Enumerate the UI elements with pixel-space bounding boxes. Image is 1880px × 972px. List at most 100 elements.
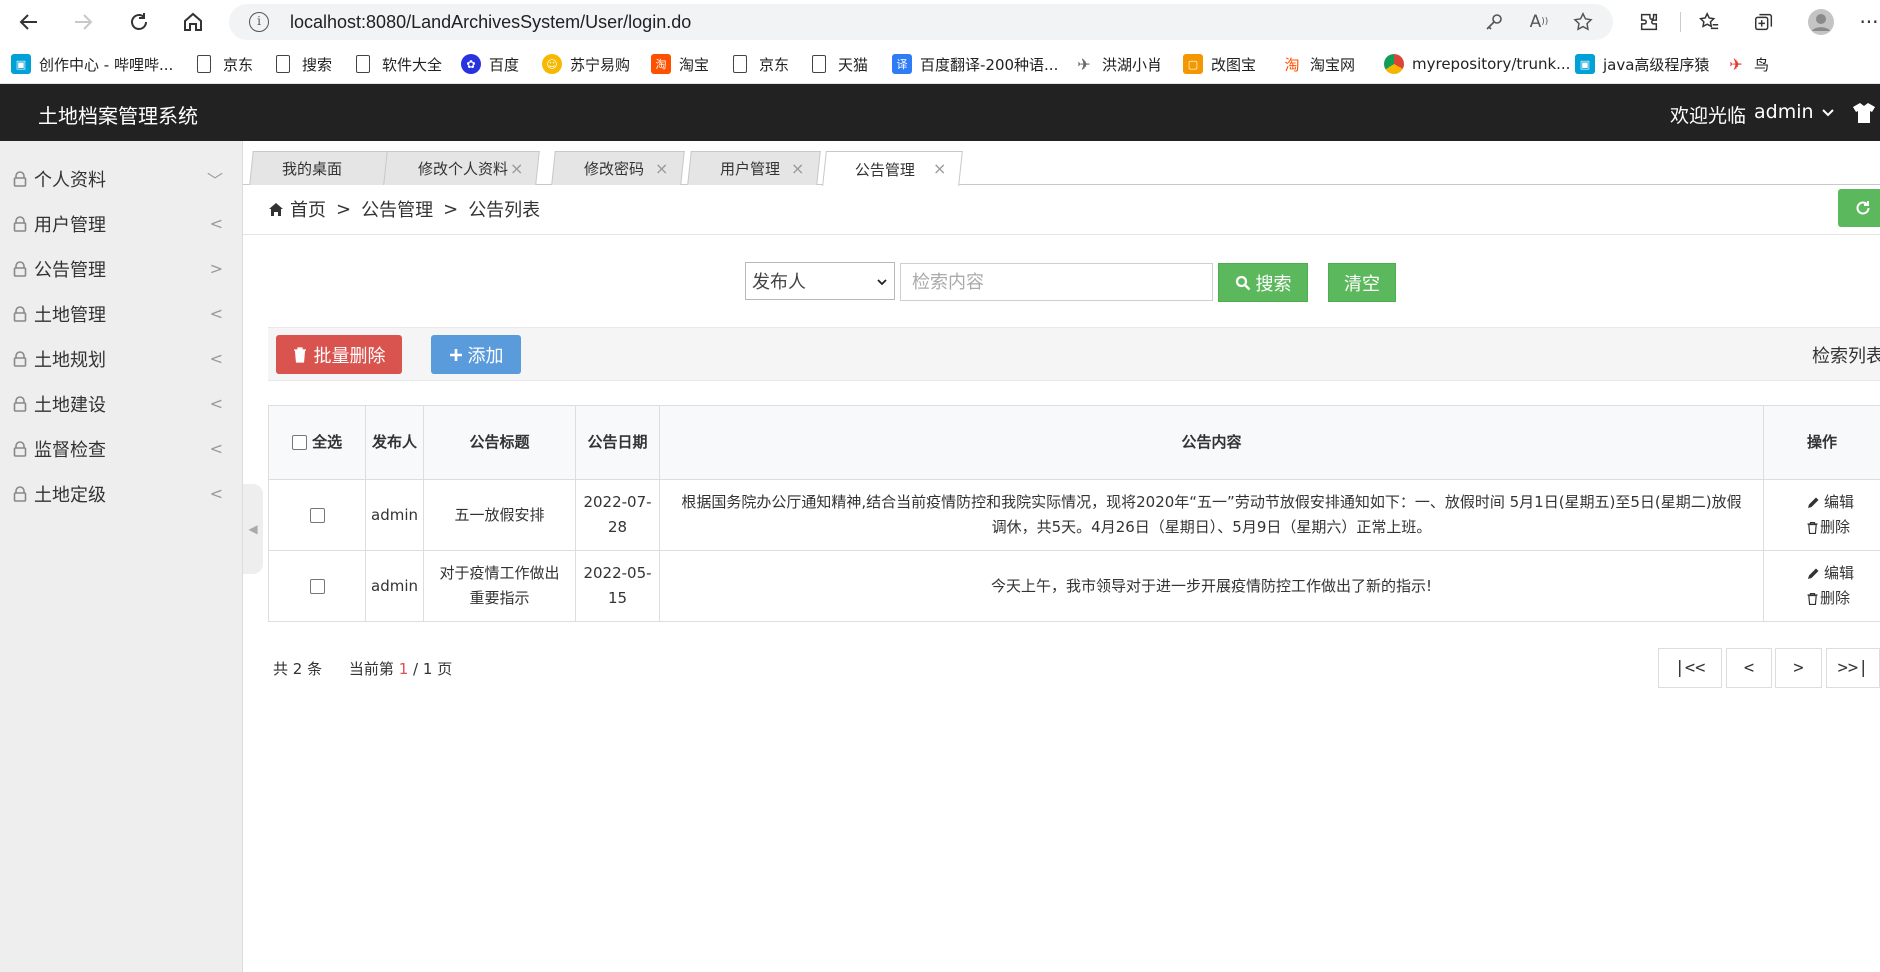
- search-field-select[interactable]: 发布人: [745, 262, 895, 300]
- bookmark-item[interactable]: ☺ 苏宁易购: [542, 52, 630, 76]
- address-bar[interactable]: i localhost:8080/LandArchivesSystem/User…: [229, 4, 1613, 40]
- sidebar-item-announcements[interactable]: 公告管理 >: [0, 246, 243, 291]
- search-button[interactable]: 搜索: [1218, 263, 1308, 302]
- home-icon: [184, 12, 202, 31]
- bookmark-item[interactable]: ▣ java高级程序猿: [1575, 52, 1709, 76]
- sidebar-item-users[interactable]: 用户管理 <: [0, 201, 243, 246]
- breadcrumb-home[interactable]: 首页: [290, 196, 326, 222]
- announcement-table: 全选 发布人 公告标题 公告日期 公告内容 操作 admin 五一放假安排 20…: [268, 405, 1880, 622]
- read-aloud-icon[interactable]: A)): [1527, 10, 1551, 34]
- select-all-checkbox[interactable]: [291, 435, 307, 450]
- extensions-icon[interactable]: [1633, 6, 1665, 38]
- add-button-label: 添加: [467, 345, 504, 367]
- breadcrumb-current: 公告列表: [468, 200, 541, 221]
- next-page-button[interactable]: >: [1775, 648, 1822, 688]
- table-row: admin 五一放假安排 2022-07-28 根据国务院办公厅通知精神,结合当…: [268, 479, 1880, 551]
- home-button[interactable]: [177, 6, 209, 38]
- content-divider: [243, 234, 1880, 235]
- close-icon[interactable]: ×: [655, 159, 668, 178]
- tab-label: 修改密码: [583, 160, 644, 178]
- close-icon[interactable]: ×: [933, 159, 946, 178]
- add-button[interactable]: 添加: [431, 335, 521, 374]
- bookmark-item[interactable]: 译百度翻译-200种语...: [892, 52, 1058, 76]
- bookmark-item[interactable]: ▢ 改图宝: [1183, 52, 1256, 76]
- user-menu[interactable]: admin: [1754, 101, 1836, 123]
- clear-button[interactable]: 清空: [1328, 263, 1396, 302]
- prev-page-button[interactable]: <: [1726, 648, 1772, 688]
- tab-label: 我的桌面: [281, 160, 342, 178]
- pagination-info: 共 2 条 当前第 1 / 1 页: [273, 660, 453, 678]
- tab-edit-profile[interactable]: 修改个人资料 ×: [383, 151, 540, 185]
- batch-delete-button[interactable]: 批量删除: [276, 335, 402, 374]
- first-page-button[interactable]: |<<: [1658, 648, 1722, 688]
- collections-icon[interactable]: [1748, 6, 1780, 38]
- delete-button[interactable]: 删除: [1807, 586, 1879, 611]
- chevron-left-icon: <: [209, 214, 223, 233]
- search-input[interactable]: [900, 263, 1213, 301]
- sidebar-item-grading[interactable]: 土地定级 <: [0, 471, 243, 516]
- bookmark-item[interactable]: 京东: [194, 52, 253, 76]
- content-cell: 今天上午，我市领导对于进一步开展疫情防控工作做出了新的指示!: [659, 550, 1764, 622]
- more-icon[interactable]: ···: [1853, 6, 1880, 38]
- sidebar-item-land[interactable]: 土地管理 <: [0, 291, 243, 336]
- close-icon[interactable]: ×: [510, 159, 523, 178]
- delete-button[interactable]: 删除: [1807, 515, 1879, 540]
- sidebar-item-profile[interactable]: 个人资料 ﹀: [0, 156, 243, 201]
- edit-button[interactable]: 编辑: [1807, 561, 1879, 586]
- bookmark-item[interactable]: 天猫: [809, 52, 868, 76]
- forward-button[interactable]: [67, 6, 99, 38]
- arrow-left-icon: [19, 14, 37, 30]
- bookmark-item[interactable]: 软件大全: [353, 52, 442, 76]
- sidebar-item-planning[interactable]: 土地规划 <: [0, 336, 243, 381]
- sidebar-item-supervision[interactable]: 监督检查 <: [0, 426, 243, 471]
- sidebar-item-label: 个人资料: [34, 169, 106, 191]
- lock-icon: [13, 395, 27, 412]
- edit-button[interactable]: 编辑: [1807, 490, 1879, 515]
- bookmark-item[interactable]: 搜索: [273, 52, 332, 76]
- row-checkbox[interactable]: [309, 578, 325, 594]
- back-button[interactable]: [13, 6, 45, 38]
- favorite-add-icon[interactable]: [1571, 10, 1595, 34]
- trash-icon: [293, 346, 306, 363]
- bookmark-item[interactable]: ✈ 洪湖小肖: [1074, 52, 1162, 76]
- tab-change-password[interactable]: 修改密码 ×: [551, 151, 685, 185]
- bookmark-item[interactable]: ✿ 百度: [461, 52, 519, 76]
- chevron-left-icon: <: [209, 439, 223, 458]
- page-icon: [733, 55, 747, 73]
- info-icon[interactable]: i: [249, 12, 269, 32]
- sidebar-item-construction[interactable]: 土地建设 <: [0, 381, 243, 426]
- toolbar-divider: [1680, 12, 1681, 32]
- bird-icon: ✈: [1074, 54, 1094, 74]
- search-icon: [1235, 275, 1250, 290]
- profile-icon[interactable]: [1805, 6, 1837, 38]
- bookmark-item[interactable]: 淘淘宝网: [1282, 52, 1355, 76]
- bookmark-item[interactable]: ▣ 创作中心 - 哔哩哔...: [11, 52, 173, 76]
- bookmark-item[interactable]: 淘淘宝: [651, 52, 709, 76]
- tab-desktop[interactable]: 我的桌面: [249, 151, 396, 185]
- lock-icon: [13, 305, 27, 322]
- refresh-icon: [1856, 201, 1870, 215]
- chevron-left-icon: <: [209, 484, 223, 503]
- reload-button[interactable]: [123, 6, 155, 38]
- sidebar-collapse-handle[interactable]: ◀: [243, 484, 263, 574]
- bookmark-item[interactable]: myrepository/trunk...: [1384, 52, 1570, 76]
- select-all-header[interactable]: 全选: [268, 405, 366, 480]
- favorites-icon[interactable]: [1693, 6, 1725, 38]
- refresh-button[interactable]: [1838, 189, 1880, 227]
- table-row: admin 对于疫情工作做出重要指示 2022-05-15 今天上午，我市领导对…: [268, 550, 1880, 622]
- bookmark-item[interactable]: ✈ 鸟: [1726, 52, 1769, 76]
- row-select-cell: [268, 550, 366, 622]
- key-icon[interactable]: [1482, 10, 1506, 34]
- sidebar-item-label: 土地定级: [34, 484, 106, 506]
- bookmark-item[interactable]: 京东: [730, 52, 789, 76]
- bilibili-icon: ▣: [1575, 54, 1595, 74]
- shirt-icon[interactable]: [1852, 102, 1876, 124]
- last-page-button[interactable]: >>|: [1826, 648, 1880, 688]
- chevron-left-icon: <: [209, 394, 223, 413]
- close-icon[interactable]: ×: [791, 159, 804, 178]
- tab-user-management[interactable]: 用户管理 ×: [687, 151, 821, 185]
- breadcrumb-level1[interactable]: 公告管理: [361, 196, 433, 222]
- tab-announcements[interactable]: 公告管理 ×: [822, 151, 963, 186]
- chevron-down-icon: [877, 279, 887, 286]
- row-checkbox[interactable]: [309, 507, 325, 523]
